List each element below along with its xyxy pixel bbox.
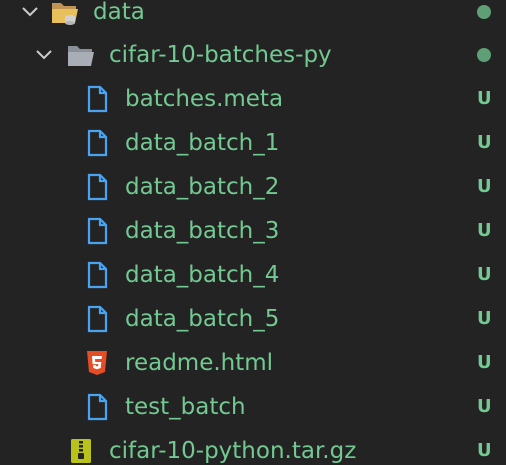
file-label: batches.meta [125, 86, 284, 112]
file-icon [82, 216, 112, 246]
zip-archive-icon [66, 436, 96, 465]
file-icon [82, 84, 112, 114]
file-label: data_batch_5 [125, 306, 280, 332]
chevron-down-icon[interactable] [32, 43, 56, 67]
file-icon [82, 172, 112, 202]
folder-open-icon [66, 40, 96, 70]
folder-label-data: data [93, 0, 145, 25]
modified-dot [477, 5, 491, 19]
file-label: data_batch_4 [125, 262, 280, 288]
git-status-untracked: U [477, 308, 492, 329]
folder-open-icon [50, 0, 80, 27]
tree-folder-data[interactable]: data [0, 0, 506, 34]
git-status-untracked: U [477, 132, 492, 153]
tree-file-row[interactable]: test_batch U [0, 385, 506, 429]
git-status-untracked: U [477, 396, 492, 417]
git-status-untracked: U [477, 88, 492, 109]
tree-file-row[interactable]: data_batch_1 U [0, 121, 506, 165]
file-icon [82, 392, 112, 422]
file-icon [82, 260, 112, 290]
file-label: data_batch_1 [125, 130, 280, 156]
folder-label-cifar-10-batches-py: cifar-10-batches-py [109, 42, 332, 68]
git-status-untracked: U [477, 440, 492, 461]
file-label: cifar-10-python.tar.gz [109, 438, 357, 464]
tree-file-row[interactable]: readme.html U [0, 341, 506, 385]
tree-file-row[interactable]: batches.meta U [0, 77, 506, 121]
file-icon [82, 128, 112, 158]
file-label: readme.html [125, 350, 274, 376]
chevron-down-icon[interactable] [18, 0, 42, 24]
tree-file-row[interactable]: data_batch_2 U [0, 165, 506, 209]
git-status-untracked: U [477, 176, 492, 197]
modified-dot [477, 48, 491, 62]
tree-file-row[interactable]: data_batch_4 U [0, 253, 506, 297]
git-status-untracked: U [477, 264, 492, 285]
tree-file-row[interactable]: data_batch_3 U [0, 209, 506, 253]
tree-folder-cifar-10-batches-py[interactable]: cifar-10-batches-py [0, 33, 506, 77]
file-icon [82, 304, 112, 334]
tree-file-archive[interactable]: cifar-10-python.tar.gz U [0, 429, 506, 465]
git-status-untracked: U [477, 220, 492, 241]
file-label: data_batch_3 [125, 218, 280, 244]
tree-file-row[interactable]: data_batch_5 U [0, 297, 506, 341]
file-label: data_batch_2 [125, 174, 280, 200]
file-explorer-tree: data cifar-10-batches-py batches.meta U … [0, 0, 506, 465]
git-status-untracked: U [477, 352, 492, 373]
file-label: test_batch [125, 394, 246, 420]
html5-icon [82, 348, 112, 378]
